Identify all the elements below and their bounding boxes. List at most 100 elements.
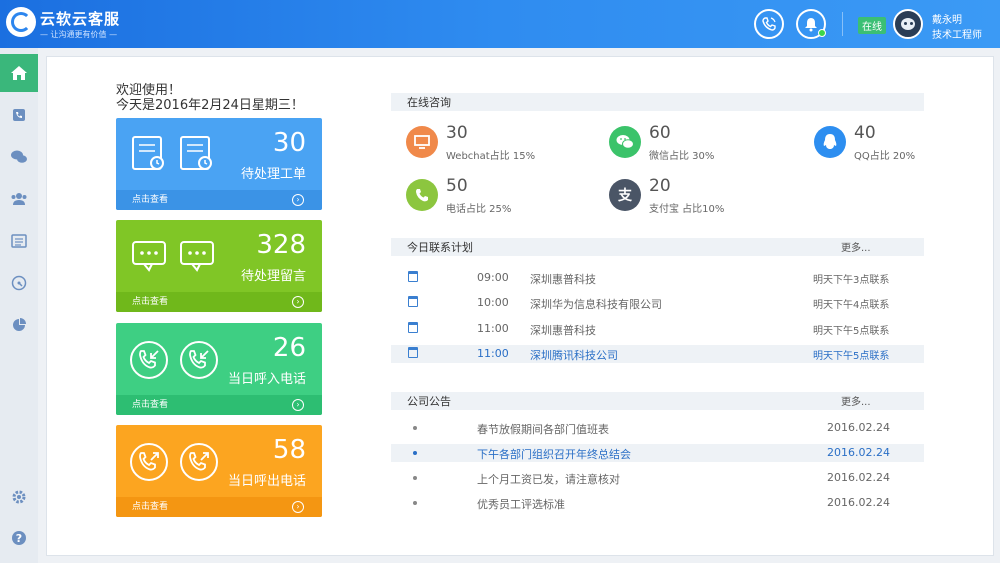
pending-tickets-card[interactable]: 30 待处理工单 点击查看 ›: [116, 118, 322, 210]
bell-icon: [805, 18, 817, 32]
plan-row[interactable]: 11:00 深圳惠普科技 明天下午5点联系: [391, 320, 924, 338]
plan-row[interactable]: 09:00 深圳惠普科技 明天下午3点联系: [391, 269, 924, 287]
online-dot: [818, 29, 826, 37]
sidebar-item-home[interactable]: [0, 54, 38, 92]
date-text: 今天是2016年2月24日星期三！: [116, 98, 304, 113]
plan-note: 明天下午5点联系: [813, 351, 890, 362]
incoming-call-icon: [180, 341, 218, 379]
more-link[interactable]: 更多...: [841, 393, 871, 408]
avatar[interactable]: [893, 9, 923, 39]
brand-name: 云软云客服: [40, 10, 121, 28]
calendar-icon: [408, 296, 418, 307]
svg-text:?: ?: [16, 532, 22, 545]
plan-row[interactable]: 11:00 深圳腾讯科技公司 明天下午5点联系: [391, 345, 924, 363]
notice-title: 上个月工资已发，请注意核对: [477, 473, 620, 486]
card-value: 26: [272, 333, 306, 363]
notice-date: 2016.02.24: [827, 446, 890, 459]
section-title: 今日联系计划: [407, 241, 473, 254]
notification-button[interactable]: [796, 9, 826, 39]
document-clock-icon: [132, 136, 164, 170]
bullet-icon: [413, 501, 417, 505]
calendar-icon: [408, 347, 418, 358]
phone-icon: [762, 17, 776, 31]
status-badge[interactable]: 在线: [858, 17, 886, 34]
sidebar-item-customers[interactable]: [0, 180, 38, 218]
monitor-icon: [406, 126, 438, 158]
bullet-icon: [413, 426, 417, 430]
outgoing-call-icon: [130, 443, 168, 481]
plan-time: 11:00: [477, 322, 509, 335]
consult-value: 50: [446, 176, 468, 196]
gear-icon: [12, 490, 26, 504]
section-title: 公司公告: [407, 395, 451, 408]
consult-value: 30: [446, 123, 468, 143]
arrow-right-icon[interactable]: ›: [292, 194, 304, 206]
notice-row[interactable]: 上个月工资已发，请注意核对 2016.02.24: [391, 469, 924, 487]
plan-note: 明天下午5点联系: [813, 326, 890, 337]
notice-title: 下午各部门组织召开年终总结会: [477, 448, 631, 461]
chat-icon: [11, 150, 27, 163]
top-header: 云软云客服 — 让沟通更有价值 — 在线 戴永明 技术工程师: [0, 0, 1000, 48]
arrow-right-icon[interactable]: ›: [292, 296, 304, 308]
plan-company: 深圳华为信息科技有限公司: [530, 298, 662, 311]
svg-text:支: 支: [617, 187, 633, 204]
notice-date: 2016.02.24: [827, 496, 890, 509]
sidebar-item-reports[interactable]: [0, 306, 38, 344]
more-link[interactable]: 更多...: [841, 239, 871, 254]
sidebar-item-settings[interactable]: [0, 478, 38, 516]
outgoing-calls-card[interactable]: 58 当日呼出电话 点击查看 ›: [116, 425, 322, 517]
sidebar-item-orders[interactable]: [0, 222, 38, 260]
users-icon: [11, 193, 27, 205]
sidebar-item-calls[interactable]: [0, 96, 38, 134]
plan-section-header: 今日联系计划 更多...: [391, 238, 924, 256]
arrow-right-icon[interactable]: ›: [292, 399, 304, 411]
qq-icon: [814, 126, 846, 158]
card-value: 58: [272, 435, 306, 465]
document-clock-icon: [180, 136, 212, 170]
notice-row[interactable]: 春节放假期间各部门值班表 2016.02.24: [391, 419, 924, 437]
plan-row[interactable]: 10:00 深圳华为信息科技有限公司 明天下午4点联系: [391, 294, 924, 312]
consult-value: 40: [854, 123, 876, 143]
message-icon: [132, 241, 166, 272]
card-value: 328: [256, 230, 306, 260]
consult-section-header: 在线咨询: [391, 93, 924, 111]
section-title: 在线咨询: [407, 96, 451, 109]
plan-note: 明天下午3点联系: [813, 275, 890, 286]
user-name[interactable]: 戴永明: [932, 11, 962, 26]
notice-row[interactable]: 优秀员工评选标准 2016.02.24: [391, 494, 924, 512]
sidebar-item-help[interactable]: ?: [0, 519, 38, 557]
pie-chart-icon: [13, 318, 26, 331]
notice-title: 优秀员工评选标准: [477, 498, 565, 511]
header-divider: [842, 12, 843, 36]
incoming-call-icon: [130, 341, 168, 379]
card-label: 待处理工单: [240, 167, 306, 182]
phone-book-icon: [13, 109, 25, 121]
pending-messages-card[interactable]: 328 待处理留言 点击查看 ›: [116, 220, 322, 312]
consult-label: 支付宝 占比10%: [649, 204, 725, 215]
bullet-icon: [413, 476, 417, 480]
card-label: 待处理留言: [240, 269, 306, 284]
outgoing-call-icon: [180, 443, 218, 481]
arrow-right-icon[interactable]: ›: [292, 501, 304, 513]
calendar-icon: [408, 322, 418, 333]
phone-icon: [406, 179, 438, 211]
consult-label: QQ占比 20%: [854, 151, 916, 162]
consult-value: 20: [649, 176, 671, 196]
sidebar-item-monitor[interactable]: [0, 264, 38, 302]
user-role: 技术工程师: [932, 30, 982, 41]
card-label: 当日呼入电话: [227, 372, 306, 387]
message-icon: [180, 241, 214, 272]
plan-time: 11:00: [477, 347, 509, 360]
consult-label: 电话占比 25%: [446, 204, 512, 215]
card-label: 当日呼出电话: [227, 474, 306, 489]
wechat-icon: [609, 126, 641, 158]
alipay-icon: 支: [609, 179, 641, 211]
phone-call-button[interactable]: [754, 9, 784, 39]
incoming-calls-card[interactable]: 26 当日呼入电话 点击查看 ›: [116, 323, 322, 415]
help-icon: ?: [12, 531, 26, 545]
home-icon: [11, 66, 27, 80]
plan-company: 深圳惠普科技: [530, 273, 596, 286]
sidebar-item-chat[interactable]: [0, 138, 38, 176]
notice-row[interactable]: 下午各部门组织召开年终总结会 2016.02.24: [391, 444, 924, 462]
plan-time: 09:00: [477, 271, 509, 284]
